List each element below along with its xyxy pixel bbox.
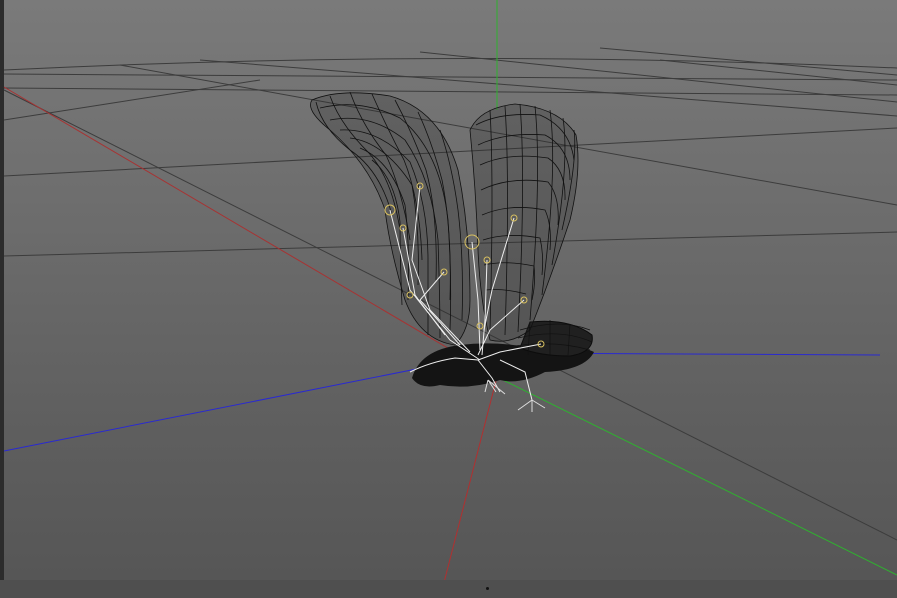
joint-handle — [476, 322, 484, 330]
x-axis-line-front — [439, 376, 498, 598]
3d-viewport[interactable] — [0, 0, 897, 598]
viewport-scene[interactable] — [0, 0, 897, 598]
viewport-bottom-bar — [0, 580, 897, 598]
origin-marker — [486, 587, 489, 590]
left-wing-wireframe[interactable] — [310, 91, 471, 346]
y-axis-ground-line — [496, 376, 897, 576]
right-wing-wireframe[interactable] — [469, 103, 579, 342]
